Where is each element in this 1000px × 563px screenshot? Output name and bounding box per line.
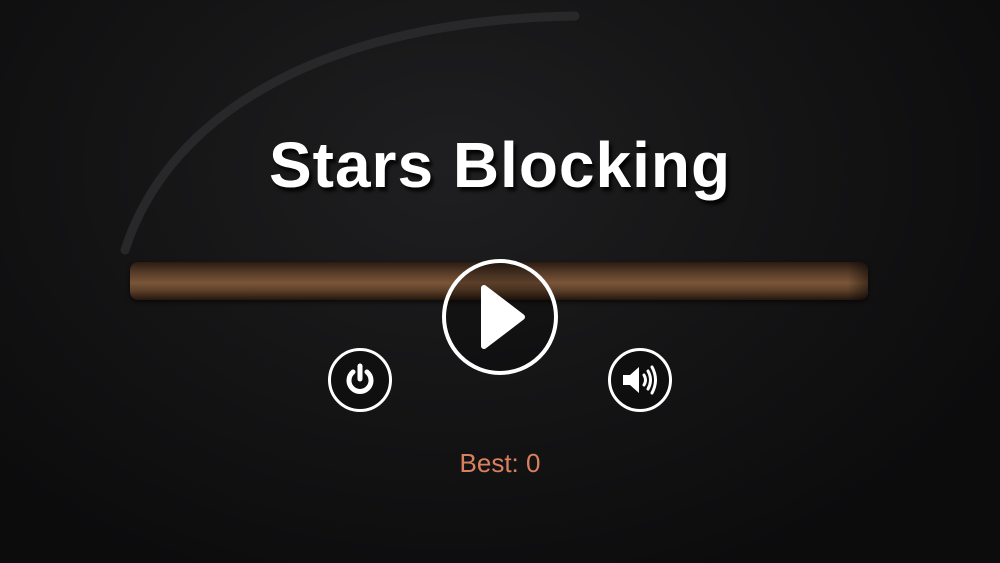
play-icon (481, 285, 525, 349)
best-score-value: 0 (526, 448, 541, 478)
speaker-icon (623, 365, 657, 395)
best-score-label: Best: (459, 448, 519, 478)
power-button[interactable] (328, 348, 392, 412)
game-menu-screen: Stars Blocking Best: 0 (0, 0, 1000, 563)
power-icon (346, 363, 374, 394)
play-button[interactable] (442, 259, 558, 375)
game-title: Stars Blocking (268, 129, 732, 201)
sound-button[interactable] (608, 348, 672, 412)
best-score: Best: 0 (0, 448, 1000, 479)
